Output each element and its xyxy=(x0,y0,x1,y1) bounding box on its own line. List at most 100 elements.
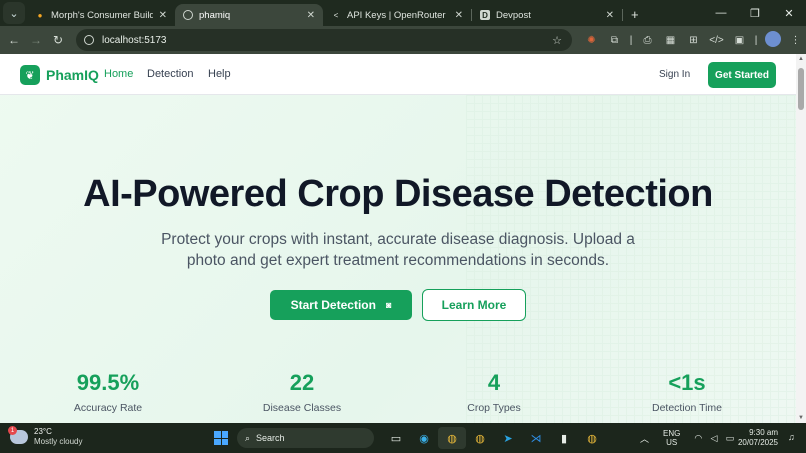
search-icon: ⌕ xyxy=(245,432,251,443)
vscode-icon[interactable]: ⋊ xyxy=(522,427,550,449)
site-header: ❦ PhamIQ Home Detection Help Sign In Get… xyxy=(0,54,796,95)
weather-temp: 23°C xyxy=(34,427,52,436)
minimize-icon[interactable]: — xyxy=(704,7,738,19)
volume-icon[interactable]: ◁ xyxy=(710,433,717,443)
stat-value: <1s xyxy=(668,370,706,395)
tab-devpost[interactable]: D Devpost ✕ xyxy=(472,4,622,26)
tray-icons: ◠ ◁ ▭ xyxy=(694,433,740,444)
close-icon[interactable]: ✕ xyxy=(307,10,315,21)
stat-detection-time: <1s Detection Time xyxy=(612,370,762,414)
morph-icon: ● xyxy=(37,10,43,20)
address-bar[interactable]: localhost:5173 ☆ xyxy=(76,29,572,51)
stat-label: Accuracy Rate xyxy=(73,402,143,414)
reload-icon[interactable]: ↻ xyxy=(47,33,69,47)
toolbar-extensions: ✺ ⧉ | ⎙ ▦ ⊞ </> ▣ | ⋮ xyxy=(580,26,806,54)
tab-morph[interactable]: ● Morph's Consumer Buildathon ✕ xyxy=(27,4,175,26)
camera-icon: ◙ xyxy=(385,300,392,310)
page-viewport: ❦ PhamIQ Home Detection Help Sign In Get… xyxy=(0,54,796,423)
devpost-icon: D xyxy=(480,10,490,20)
page-scrollbar[interactable]: ▲ ▼ xyxy=(796,54,806,423)
apps-grid-icon[interactable]: ⊞ xyxy=(682,35,705,46)
system-tray: ︿ ENG US ◠ ◁ ▭ xyxy=(640,423,740,453)
windows-taskbar: 1 23°C Mostly cloudy ⌕ Search ▭ ◉ ◍ ◍ ➤ … xyxy=(0,423,806,453)
scrollbar-thumb[interactable] xyxy=(798,68,804,110)
sign-in-link[interactable]: Sign In xyxy=(659,69,690,80)
stat-crop-types: 4 Crop Types xyxy=(419,370,569,414)
weather-badge: 1 xyxy=(8,426,17,435)
taskbar-apps: ▭ ◉ ◍ ◍ ➤ ⋊ ▮ ◍ xyxy=(382,423,606,453)
stat-value: 99.5% xyxy=(76,370,140,395)
new-tab-icon[interactable]: + xyxy=(631,7,639,22)
terminal-icon[interactable]: ▮ xyxy=(550,427,578,449)
taskbar-clock[interactable]: 9:30 am 20/07/2025 xyxy=(736,428,778,448)
site-info-icon[interactable] xyxy=(84,35,94,45)
telegram-icon[interactable]: ➤ xyxy=(494,427,522,449)
qr-code-icon[interactable]: ▦ xyxy=(659,35,682,46)
search-label: Search xyxy=(256,433,285,443)
battery-icon[interactable]: ▭ xyxy=(726,433,735,443)
cloud-icon: 1 xyxy=(8,426,28,444)
back-icon[interactable]: ← xyxy=(3,33,25,47)
bookmark-star-icon[interactable]: ☆ xyxy=(552,34,562,47)
chrome-alt-icon[interactable]: ◍ xyxy=(578,427,606,449)
close-icon[interactable]: ✕ xyxy=(159,10,167,21)
chrome-profile-icon[interactable]: ◍ xyxy=(466,427,494,449)
address-text: localhost:5173 xyxy=(102,34,167,46)
wifi-icon[interactable]: ◠ xyxy=(694,433,702,443)
edge-icon[interactable]: ◉ xyxy=(410,427,438,449)
scroll-down-icon[interactable]: ▼ xyxy=(798,415,804,421)
hero-subtitle: Protect your crops with instant, accurat… xyxy=(161,231,635,269)
nav-detection[interactable]: Detection xyxy=(147,68,193,80)
stat-value: 22 xyxy=(289,370,315,395)
nav-home[interactable]: Home xyxy=(104,68,133,80)
stat-value: 4 xyxy=(487,370,501,395)
window-controls: — ❐ ✕ xyxy=(704,0,806,26)
taskbar-search[interactable]: ⌕ Search xyxy=(237,428,374,448)
close-icon[interactable]: ✕ xyxy=(606,10,614,21)
weather-widget[interactable]: 1 23°C Mostly cloudy xyxy=(8,426,83,447)
stat-accuracy: 99.5% Accuracy Rate xyxy=(33,370,183,414)
toolbar-divider: | xyxy=(629,34,633,46)
tray-chevron-icon[interactable]: ︿ xyxy=(640,432,649,445)
stat-label: Crop Types xyxy=(467,402,521,414)
stat-label: Detection Time xyxy=(651,402,723,414)
clock-date: 20/07/2025 xyxy=(737,438,778,447)
close-icon[interactable]: ✕ xyxy=(455,10,463,21)
notification-bell-icon[interactable]: ♫ xyxy=(788,432,795,442)
menu-kebab-icon[interactable]: ⋮ xyxy=(784,35,806,46)
browser-tabstrip: ⌄ ● Morph's Consumer Buildathon ✕ phamiq… xyxy=(0,0,806,26)
devtools-icon[interactable]: </> xyxy=(705,35,728,46)
stat-label: Disease Classes xyxy=(262,402,342,414)
close-window-icon[interactable]: ✕ xyxy=(772,7,806,20)
windows-start-icon[interactable] xyxy=(214,431,228,445)
chrome-icon[interactable]: ◍ xyxy=(438,427,466,449)
clock-time: 9:30 am xyxy=(749,428,778,437)
get-started-button[interactable]: Get Started xyxy=(708,62,776,88)
start-detection-button[interactable]: Start Detection ◙ xyxy=(270,290,412,320)
cast-icon[interactable]: ▣ xyxy=(728,35,751,46)
extension-icon[interactable]: ✺ xyxy=(580,35,603,46)
restore-icon[interactable]: ❐ xyxy=(738,7,772,20)
browser-toolbar: ← → ↻ localhost:5173 ☆ ✺ ⧉ | ⎙ ▦ ⊞ </> ▣… xyxy=(0,26,806,54)
openrouter-icon: < xyxy=(333,10,339,20)
file-explorer-icon[interactable]: ▭ xyxy=(382,427,410,449)
tab-openrouter[interactable]: < API Keys | OpenRouter ✕ xyxy=(323,4,471,26)
nav-help[interactable]: Help xyxy=(208,68,231,80)
start-detection-label: Start Detection xyxy=(290,298,376,312)
learn-more-button[interactable]: Learn More xyxy=(422,289,526,321)
tab-separator xyxy=(622,9,623,21)
toolbar-divider: | xyxy=(754,34,758,46)
tab-search-icon[interactable]: ⌄ xyxy=(3,2,25,24)
tab-phamiq[interactable]: phamiq ✕ xyxy=(175,4,323,26)
profile-avatar[interactable] xyxy=(761,30,784,50)
hero-title: AI-Powered Crop Disease Detection xyxy=(83,173,713,215)
forward-icon[interactable]: → xyxy=(25,33,47,47)
print-icon[interactable]: ⎙ xyxy=(636,35,659,46)
scroll-up-icon[interactable]: ▲ xyxy=(798,56,804,62)
extensions-puzzle-icon[interactable]: ⧉ xyxy=(603,35,626,46)
leaf-icon[interactable]: ❦ xyxy=(20,65,40,85)
stat-disease-classes: 22 Disease Classes xyxy=(227,370,377,414)
language-indicator[interactable]: ENG US xyxy=(663,429,680,447)
weather-desc: Mostly cloudy xyxy=(34,437,83,446)
brand-name[interactable]: PhamIQ xyxy=(46,67,99,83)
